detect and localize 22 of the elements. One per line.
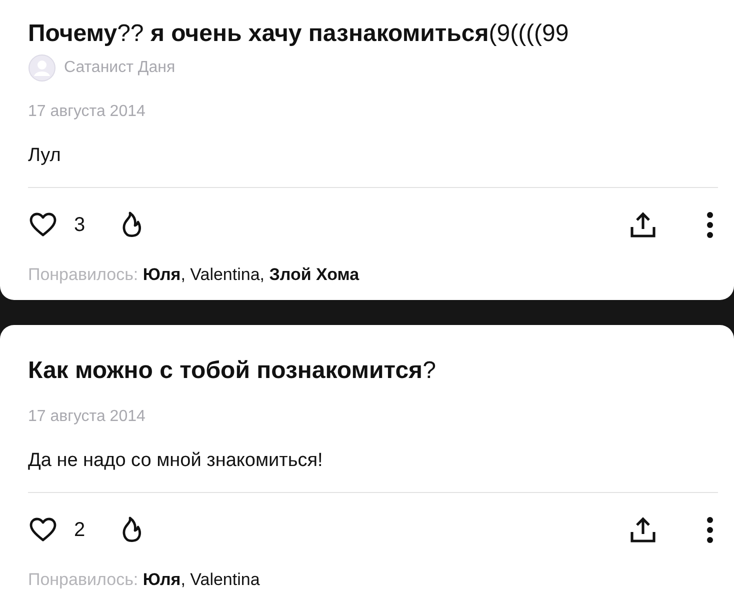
post-title: Почему?? я очень хачу пазнакомиться(9((((99 <box>28 19 570 49</box>
avatar-icon <box>28 54 56 82</box>
liked-label: Понравилось: <box>28 570 138 588</box>
share-button[interactable] <box>628 210 658 240</box>
liked-label: Понравилось: <box>28 264 138 284</box>
more-button[interactable] <box>706 210 714 240</box>
post-text: Да не надо со мной знакомиться! <box>28 449 324 473</box>
share-icon <box>628 210 658 240</box>
post-text: Лул <box>28 144 62 168</box>
author-name[interactable]: Сатанист Даня <box>64 56 176 80</box>
liked-names: Юля, Valentina, Злой Хома <box>142 264 360 284</box>
post-date: 17 августа 2014 <box>28 407 146 427</box>
post-date: 17 августа 2014 <box>28 102 146 122</box>
share-button[interactable] <box>628 514 658 544</box>
like-count: 3 <box>74 212 86 238</box>
share-icon <box>628 514 658 544</box>
liked-names: Юля, Valentina <box>142 570 260 588</box>
more-icon <box>706 210 714 240</box>
like-count: 2 <box>74 518 86 542</box>
more-button[interactable] <box>706 514 714 544</box>
more-icon <box>706 514 714 544</box>
post-title: Как можно с тобой познакомится? <box>28 356 437 386</box>
